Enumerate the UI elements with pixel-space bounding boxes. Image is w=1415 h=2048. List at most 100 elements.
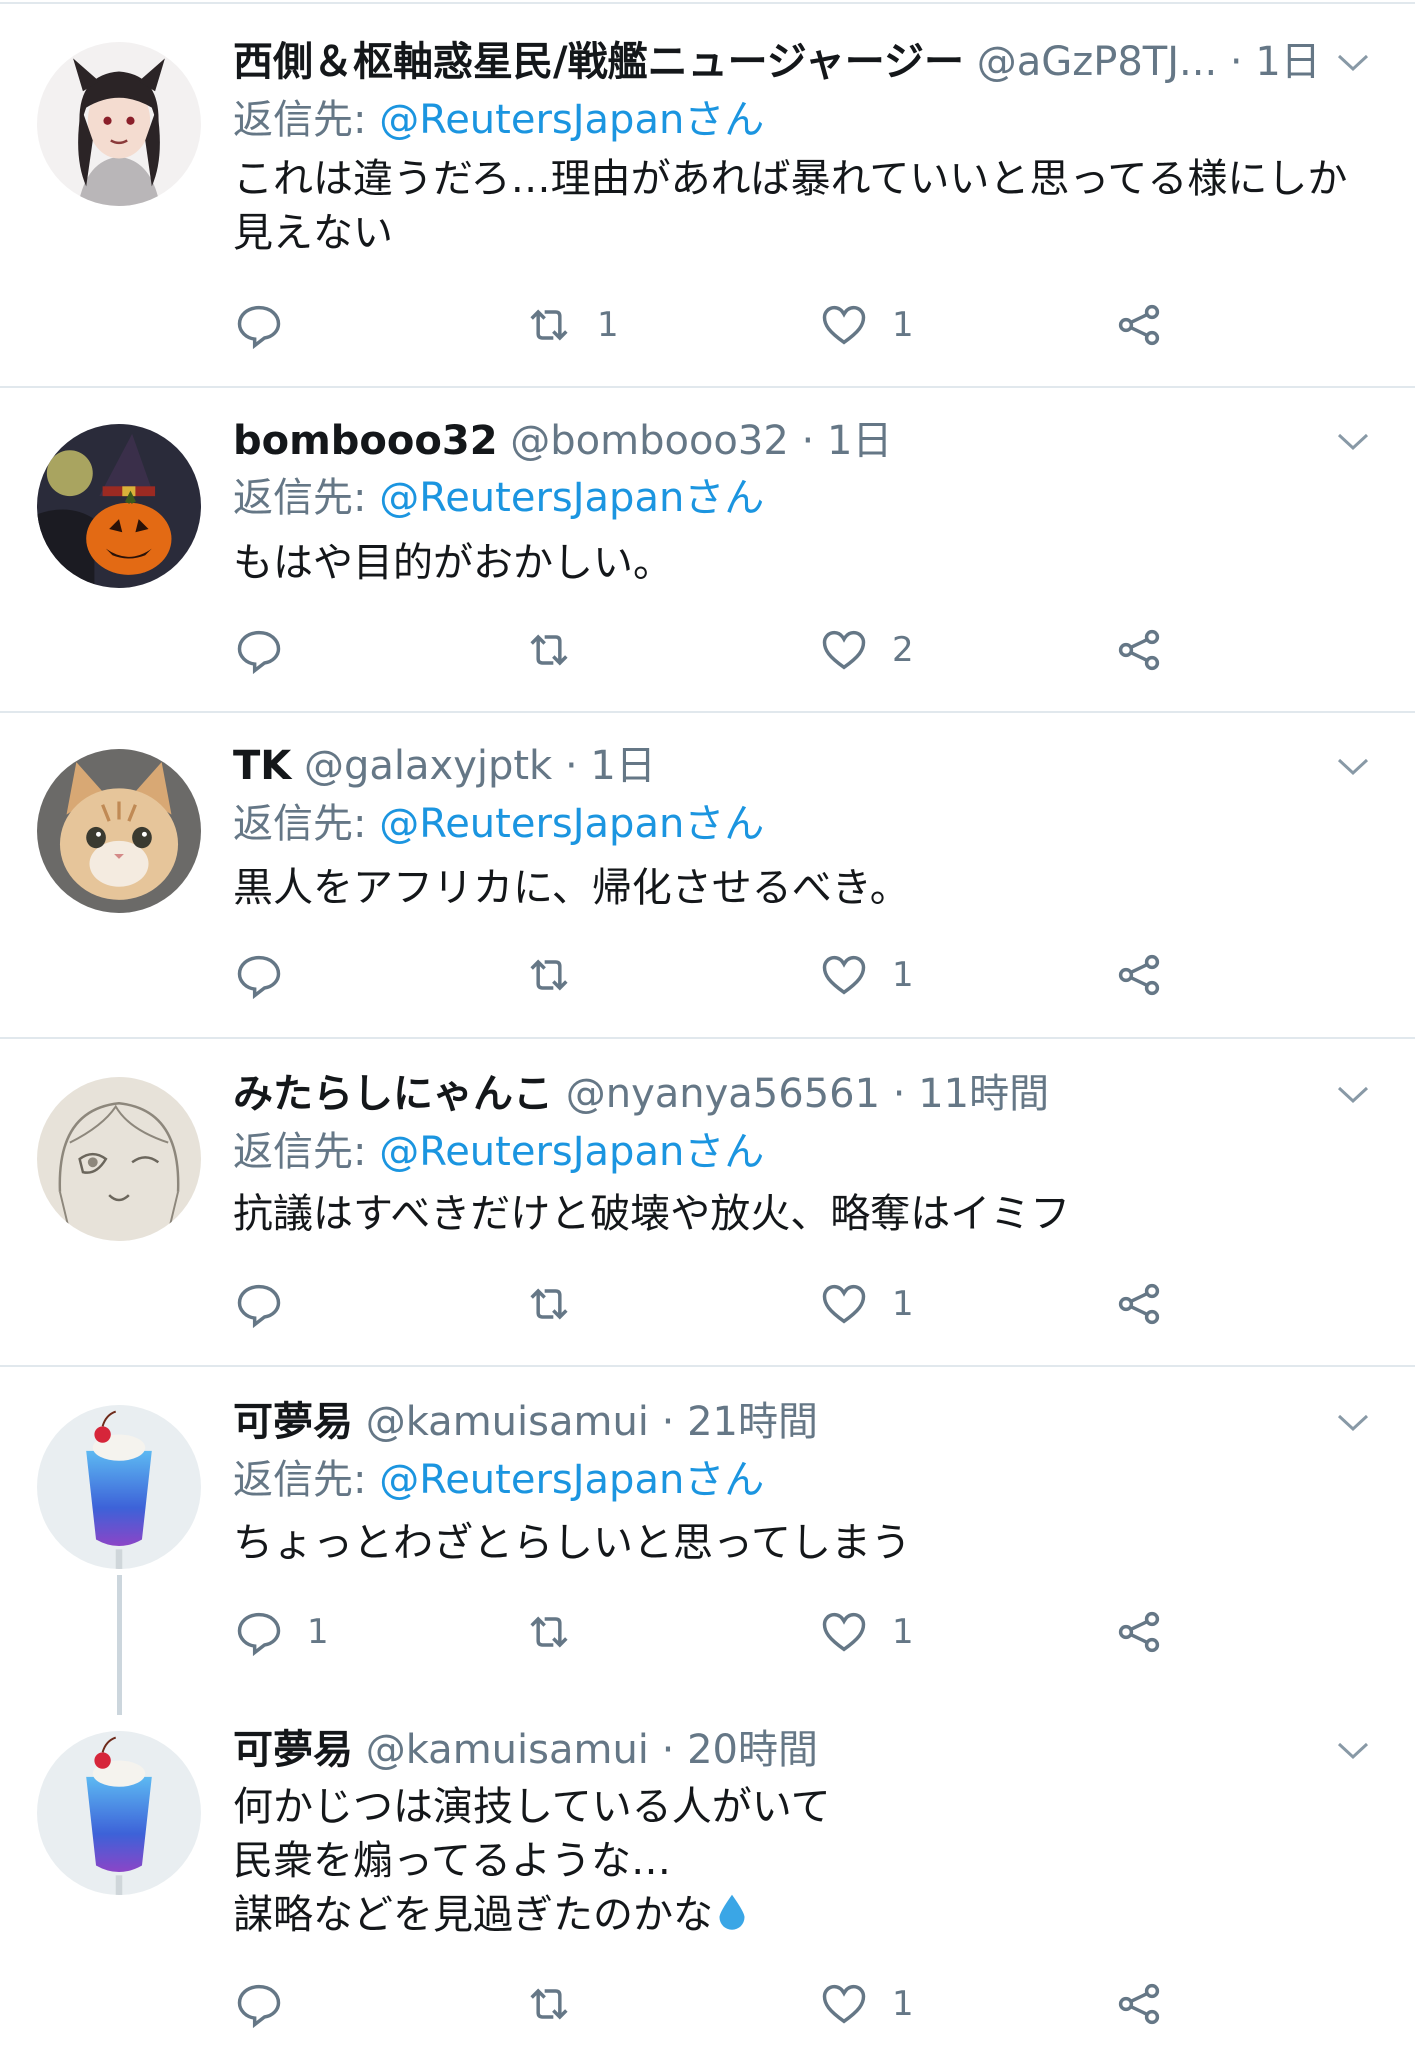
share-button[interactable]: [1113, 1974, 1165, 2034]
retweet-button[interactable]: [523, 1974, 597, 2034]
like-button[interactable]: 1: [818, 1974, 914, 2034]
avatar[interactable]: [37, 1405, 201, 1569]
display-name[interactable]: bombooo32: [233, 418, 498, 464]
share-button[interactable]: [1113, 1602, 1165, 1662]
tweet-header: 西側＆枢軸惑星民/戦艦ニュージャージー @aGzP8TJ... · 1日: [233, 34, 1325, 90]
reply-button[interactable]: 1: [233, 1602, 329, 1662]
timestamp[interactable]: 1日: [827, 418, 892, 464]
tweet-text-line: ちょっとわざとらしいと思ってしまう: [233, 1520, 911, 1566]
reply-button[interactable]: [233, 295, 307, 355]
like-icon: [822, 630, 866, 670]
tweet-text-line: 黒人をアフリカに、帰化させるべき。: [233, 865, 910, 911]
reply-to-mention[interactable]: @ReutersJapanさん: [379, 801, 764, 847]
chevron-down-icon[interactable]: [1333, 746, 1373, 786]
like-button[interactable]: 1: [818, 295, 914, 355]
tweet-text: 黒人をアフリカに、帰化させるべき。: [233, 861, 1353, 915]
separator: ·: [552, 743, 591, 789]
like-count: 1: [892, 955, 914, 995]
like-button[interactable]: 2: [818, 620, 914, 680]
tweet-actions: 2: [233, 620, 1233, 680]
avatar[interactable]: [37, 749, 201, 913]
reply-to-line: 返信先: @ReutersJapanさん: [233, 1452, 764, 1508]
tweet-text-line: もはや目的がおかしい。: [233, 540, 673, 586]
tweet-text-line: 何かじつは演技している人がいて: [233, 1784, 831, 1830]
reply-button[interactable]: [233, 1974, 307, 2034]
retweet-button[interactable]: 1: [523, 295, 619, 355]
divider: [0, 711, 1415, 713]
reply-button[interactable]: [233, 1274, 307, 1334]
droplet-icon: [717, 1890, 747, 1944]
reply-button[interactable]: [233, 620, 307, 680]
avatar[interactable]: [37, 424, 201, 588]
like-count: 1: [892, 1612, 914, 1652]
avatar[interactable]: [37, 42, 201, 206]
timestamp[interactable]: 11時間: [918, 1071, 1049, 1117]
tweet-text-line: これは違うだろ…理由があれば暴れていいと思ってる様にしか: [233, 156, 1348, 202]
user-handle[interactable]: @nyanya56561: [566, 1071, 880, 1117]
like-button[interactable]: 1: [818, 1274, 914, 1334]
tweet-actions: 1: [233, 1974, 1233, 2034]
tweet-actions: 1 1: [233, 295, 1233, 355]
like-icon: [822, 305, 866, 345]
divider: [0, 386, 1415, 388]
reply-to-mention[interactable]: @ReutersJapanさん: [379, 475, 764, 521]
share-button[interactable]: [1113, 620, 1165, 680]
separator: ·: [648, 1399, 688, 1445]
avatar[interactable]: [37, 1731, 201, 1895]
timestamp[interactable]: 1日: [1255, 39, 1320, 85]
reply-to-line: 返信先: @ReutersJapanさん: [233, 796, 764, 852]
divider: [0, 1365, 1415, 1367]
like-button[interactable]: 1: [818, 945, 914, 1005]
reply-thread: 西側＆枢軸惑星民/戦艦ニュージャージー @aGzP8TJ... · 1日 返信先…: [0, 0, 1415, 2048]
user-handle[interactable]: @bombooo32: [510, 418, 789, 464]
retweet-button[interactable]: [523, 1274, 597, 1334]
display-name[interactable]: 可夢易: [233, 1399, 353, 1445]
display-name[interactable]: みたらしにゃんこ: [233, 1071, 553, 1117]
share-button[interactable]: [1113, 945, 1165, 1005]
like-button[interactable]: 1: [818, 1602, 914, 1662]
reply-to-mention[interactable]: @ReutersJapanさん: [379, 97, 764, 143]
chevron-down-icon[interactable]: [1333, 42, 1373, 82]
reply-button[interactable]: [233, 945, 307, 1005]
like-icon: [822, 1984, 866, 2024]
tweet-actions: 1: [233, 1274, 1233, 1334]
reply-to-label: 返信先:: [233, 1457, 380, 1503]
user-handle[interactable]: @kamuisamui: [366, 1727, 649, 1773]
tweet-header: 可夢易 @kamuisamui · 20時間: [233, 1722, 1325, 1778]
user-handle[interactable]: @galaxyjptk: [304, 743, 552, 789]
retweet-button[interactable]: [523, 945, 597, 1005]
share-button[interactable]: [1113, 1274, 1165, 1334]
display-name[interactable]: TK: [233, 743, 291, 789]
avatar[interactable]: [37, 1077, 201, 1241]
chevron-down-icon[interactable]: [1333, 421, 1373, 461]
like-count: 2: [892, 630, 914, 670]
display-name[interactable]: 可夢易: [233, 1727, 353, 1773]
retweet-icon: [530, 309, 568, 341]
user-handle[interactable]: @aGzP8TJ...: [977, 39, 1217, 85]
timestamp[interactable]: 21時間: [687, 1399, 818, 1445]
retweet-button[interactable]: [523, 620, 597, 680]
thread-line: [117, 1575, 122, 1715]
chevron-down-icon[interactable]: [1333, 1730, 1373, 1770]
timestamp[interactable]: 20時間: [687, 1727, 818, 1773]
like-count: 1: [892, 1984, 914, 2024]
tweet-header: TK @galaxyjptk · 1日: [233, 738, 1325, 794]
timestamp[interactable]: 1日: [590, 743, 655, 789]
tweet-text: ちょっとわざとらしいと思ってしまう: [233, 1516, 1353, 1570]
separator: ·: [880, 1071, 919, 1117]
share-icon: [1118, 954, 1160, 996]
divider: [0, 2, 1415, 4]
chevron-down-icon[interactable]: [1333, 1402, 1373, 1442]
display-name[interactable]: 西側＆枢軸惑星民/戦艦ニュージャージー: [233, 39, 964, 85]
user-handle[interactable]: @kamuisamui: [366, 1399, 649, 1445]
reply-to-mention[interactable]: @ReutersJapanさん: [379, 1457, 764, 1503]
reply-to-mention[interactable]: @ReutersJapanさん: [379, 1129, 764, 1175]
retweet-button[interactable]: [523, 1602, 597, 1662]
reply-to-label: 返信先:: [233, 475, 380, 521]
divider: [0, 1037, 1415, 1039]
reply-icon: [237, 955, 281, 1000]
retweet-icon: [530, 1616, 568, 1648]
share-button[interactable]: [1113, 295, 1165, 355]
chevron-down-icon[interactable]: [1333, 1074, 1373, 1114]
share-icon: [1118, 629, 1160, 671]
